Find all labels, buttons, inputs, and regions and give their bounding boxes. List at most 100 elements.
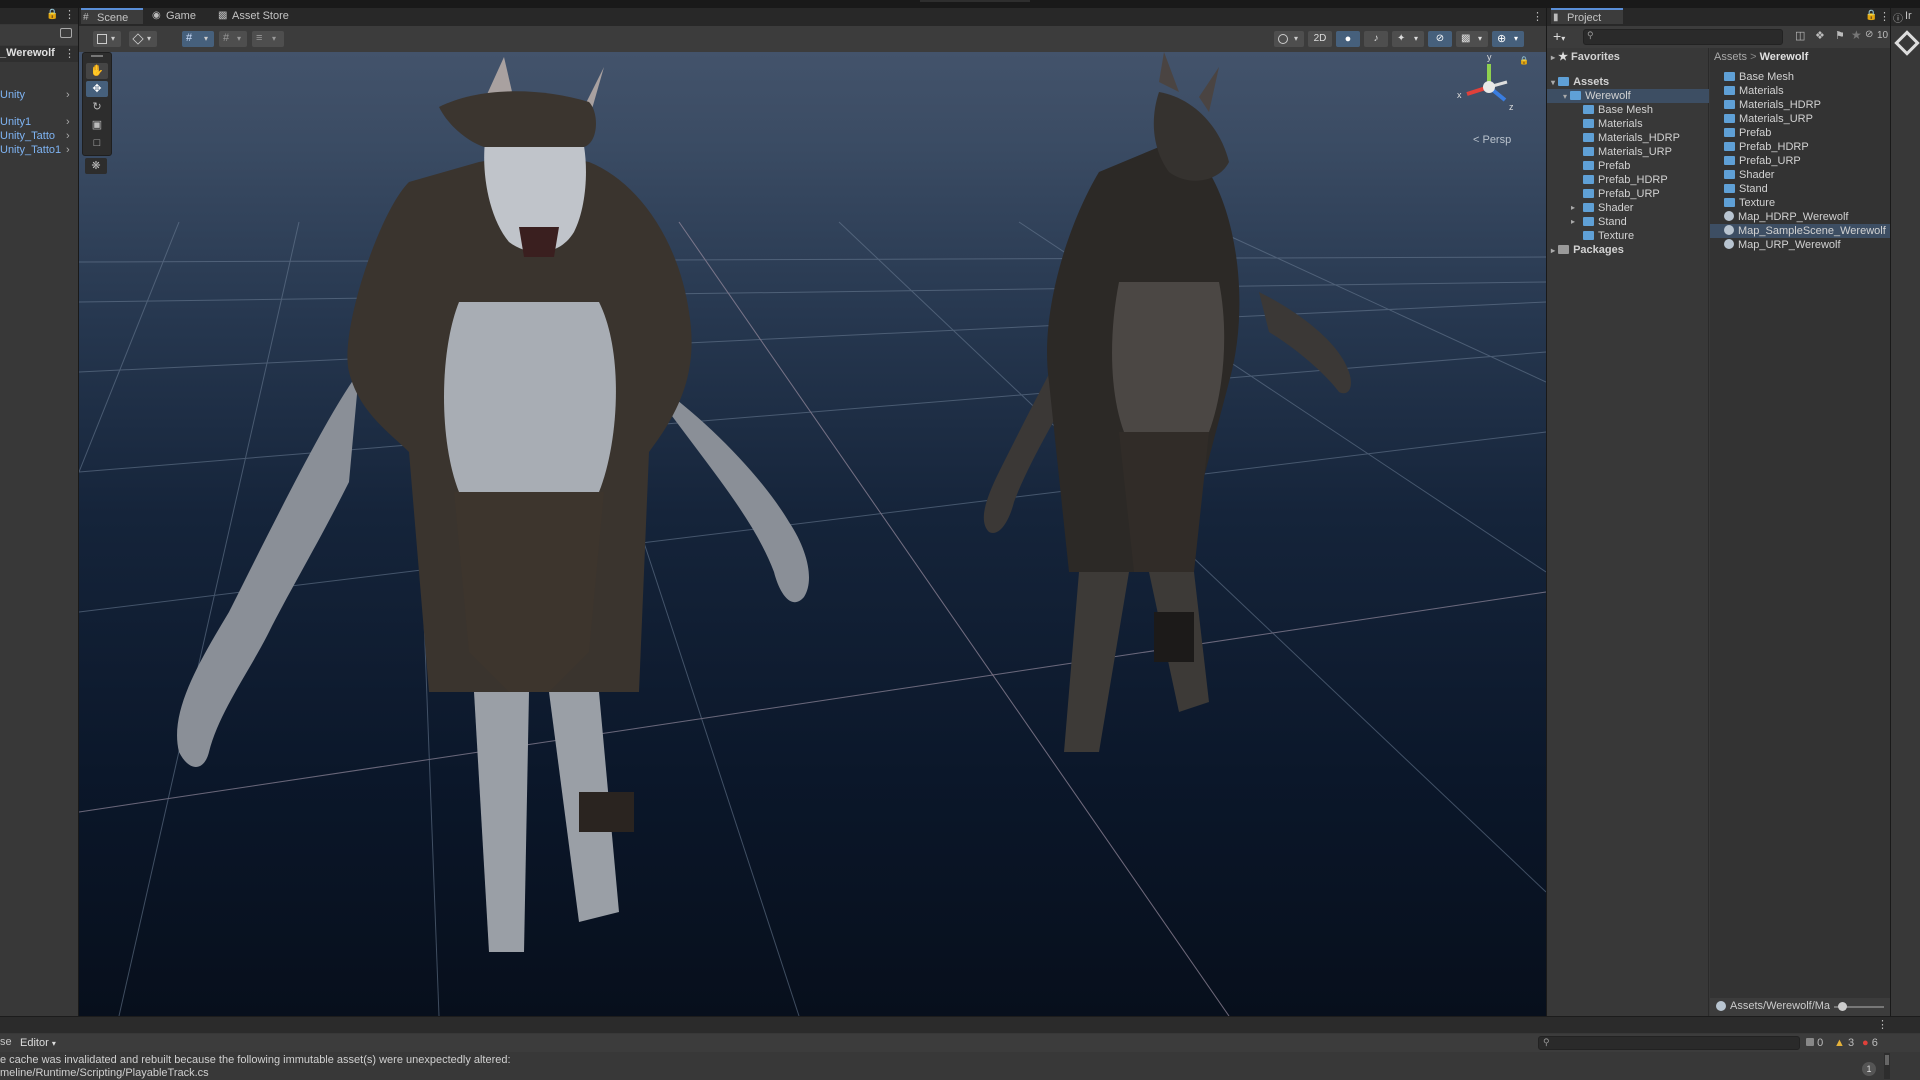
console-menu-icon[interactable]: ⋮ [1877, 1018, 1888, 1031]
werewolf-model-dark[interactable] [983, 52, 1351, 752]
overlay-drag-handle[interactable] [91, 55, 103, 57]
lighting-toggle[interactable]: ● [1336, 31, 1360, 47]
tree-folder-row[interactable]: Materials_HDRP [1583, 131, 1680, 145]
content-scene-item[interactable]: Map_SampleScene_Werewolf [1710, 224, 1890, 238]
create-add-button[interactable]: +▾ [1553, 28, 1565, 44]
packages-row[interactable]: ▸ Packages [1551, 243, 1624, 257]
content-folder-item[interactable]: Materials_URP [1710, 112, 1890, 126]
transform-tool-button[interactable]: ❋ [85, 158, 107, 174]
breadcrumb-assets[interactable]: Assets [1714, 51, 1747, 63]
console-tab-label[interactable]: se [0, 1036, 12, 1048]
hidden-packages-icon[interactable]: ⊘ [1865, 29, 1873, 40]
werewolf-model-light[interactable] [177, 57, 809, 952]
content-folder-item[interactable]: Base Mesh [1710, 70, 1890, 84]
tree-folder-row[interactable]: Prefab_HDRP [1583, 173, 1668, 187]
move-tool-button[interactable]: ✥ [86, 81, 108, 97]
error-count-toggle[interactable]: ● 6 [1862, 1036, 1878, 1050]
projection-label[interactable]: < Persp [1473, 134, 1511, 146]
tab-scene[interactable]: # Scene [81, 8, 143, 24]
orientation-gizmo[interactable]: y x z 🔒 [1449, 52, 1529, 132]
audio-toggle[interactable]: ♪ [1364, 31, 1388, 47]
hierarchy-item[interactable]: Unity › [0, 88, 78, 102]
content-folder-item[interactable]: Texture [1710, 196, 1890, 210]
search-by-label-icon[interactable]: ❖ [1815, 29, 1825, 42]
scene-viewport[interactable]: ✋ ✥ ↻ ▣ □ ❋ y x z 🔒 < Persp [79, 52, 1546, 1016]
content-folder-item[interactable]: Prefab_URP [1710, 154, 1890, 168]
gizmos-dropdown[interactable]: ⊕ ▾ [1492, 31, 1524, 47]
favorites-row[interactable]: ▸ ★ Favorites [1551, 50, 1620, 64]
content-folder-item[interactable]: Prefab [1710, 126, 1890, 140]
content-folder-item[interactable]: Materials_HDRP [1710, 98, 1890, 112]
render-mode-dropdown[interactable]: ▾ [129, 31, 157, 47]
align-dropdown[interactable]: ≡ ▾ [252, 31, 284, 47]
chevron-right-icon[interactable]: › [66, 88, 70, 102]
search-by-tag-icon[interactable]: ⚑ [1835, 29, 1845, 42]
tree-folder-row[interactable]: Materials [1583, 117, 1643, 131]
info-count-toggle[interactable]: 0 [1806, 1036, 1823, 1050]
effects-dropdown[interactable]: ✦ ▾ [1392, 31, 1424, 47]
shading-sphere-dropdown[interactable]: ▾ [1274, 31, 1304, 47]
content-folder-item[interactable]: Shader [1710, 168, 1890, 182]
assets-row[interactable]: ▾ Assets [1551, 75, 1609, 89]
favorite-star-icon[interactable]: ★ [1851, 28, 1862, 42]
camera-dropdown[interactable]: ▩ ▾ [1456, 31, 1488, 47]
breadcrumb-werewolf[interactable]: Werewolf [1760, 51, 1809, 63]
tree-folder-row[interactable]: Texture [1583, 229, 1634, 243]
hidden-objects-toggle[interactable]: ⊘ [1428, 31, 1452, 47]
draw-mode-dropdown[interactable]: ▾ [93, 31, 121, 47]
editor-dropdown[interactable]: Editor ▾ [16, 1035, 60, 1051]
console-search-input[interactable]: ⚲ [1538, 1036, 1800, 1050]
grid-snap-toggle[interactable]: # ▾ [182, 31, 214, 47]
lock-icon[interactable]: 🔒 [46, 9, 58, 20]
content-folder-item[interactable]: Materials [1710, 84, 1890, 98]
project-search-input[interactable]: ⚲ [1583, 29, 1783, 45]
project-menu-icon[interactable]: ⋮ [1879, 10, 1890, 23]
tree-folder-row[interactable]: Prefab [1583, 159, 1630, 173]
tree-folder-row[interactable]: ▸ Stand [1571, 215, 1627, 229]
werewolf-folder-row[interactable]: ▾ Werewolf [1547, 89, 1709, 103]
hierarchy-scene-row[interactable]: _Werewolf ⋮ [0, 46, 78, 62]
content-scene-item[interactable]: Map_URP_Werewolf [1710, 238, 1890, 252]
scene-tab-menu-icon[interactable]: ⋮ [1532, 10, 1543, 23]
icon-size-slider[interactable] [1834, 1002, 1884, 1011]
warning-count-toggle[interactable]: ▲ 3 [1834, 1036, 1854, 1050]
tab-asset-store[interactable]: ▩ Asset Store [216, 8, 296, 24]
rotate-tool-button[interactable]: ↻ [86, 99, 108, 115]
increment-snap-dropdown[interactable]: # ▾ [219, 31, 247, 47]
mode-2d-toggle[interactable]: 2D [1308, 31, 1332, 47]
chevron-right-icon[interactable]: › [66, 115, 70, 129]
content-scene-item[interactable]: Map_HDRP_Werewolf [1710, 210, 1890, 224]
tree-folder-row[interactable]: Prefab_URP [1583, 187, 1660, 201]
slider-thumb[interactable] [1838, 1002, 1847, 1011]
content-folder-item[interactable]: Stand [1710, 182, 1890, 196]
console-scrollbar[interactable] [1884, 1053, 1890, 1079]
tree-folder-row[interactable]: Base Mesh [1583, 103, 1653, 117]
inspector-tab-label[interactable]: Ir [1905, 10, 1912, 22]
expand-arrow-icon[interactable]: ▸ [1571, 215, 1575, 229]
hierarchy-item[interactable]: Unity_Tatto1 › [0, 143, 78, 157]
search-by-type-icon[interactable]: ◫ [1795, 29, 1805, 42]
kebab-menu-icon[interactable]: ⋮ [64, 8, 75, 21]
chevron-right-icon[interactable]: › [66, 143, 70, 157]
scale-tool-button[interactable]: ▣ [86, 117, 108, 133]
unity-logo-icon [1894, 30, 1920, 56]
hierarchy-item[interactable]: Unity_Tatto › [0, 129, 78, 143]
scene-menu-icon[interactable]: ⋮ [64, 47, 75, 60]
hand-tool-button[interactable]: ✋ [86, 63, 108, 79]
hierarchy-item[interactable]: Unity1 › [0, 115, 78, 129]
rect-tool-button[interactable]: □ [86, 135, 108, 151]
dropdown-arrow-icon: ▾ [1414, 34, 1419, 43]
content-folder-item[interactable]: Prefab_HDRP [1710, 140, 1890, 154]
expand-arrow-icon[interactable]: ▸ [1571, 201, 1575, 215]
folder-icon [1583, 189, 1594, 198]
tab-project[interactable]: ▮ Project [1551, 8, 1623, 24]
tab-game[interactable]: ◉ Game [150, 8, 204, 24]
gizmo-lock-icon[interactable]: 🔒 [1519, 56, 1529, 65]
console-message[interactable]: e cache was invalidated and rebuilt beca… [0, 1053, 1880, 1080]
tree-folder-row[interactable]: Materials_URP [1583, 145, 1672, 159]
scrollbar-thumb[interactable] [1885, 1055, 1889, 1065]
chevron-right-icon[interactable]: › [66, 129, 70, 143]
search-options-icon[interactable] [60, 28, 72, 38]
project-lock-icon[interactable]: 🔒 [1865, 10, 1877, 21]
tree-folder-row[interactable]: ▸ Shader [1571, 201, 1633, 215]
